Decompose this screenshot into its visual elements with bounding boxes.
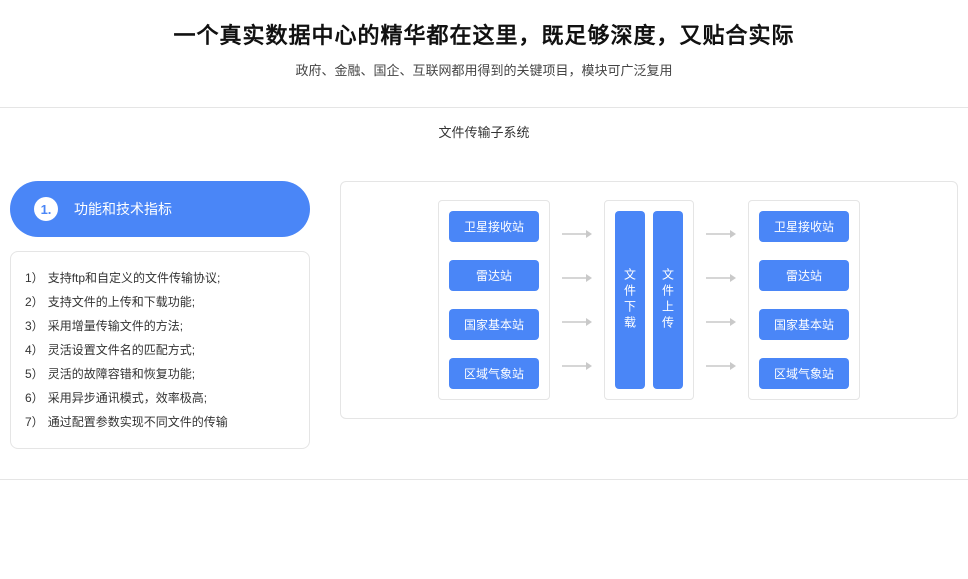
feature-item: 4）灵活设置文件名的匹配方式;	[25, 338, 295, 362]
arrow-right-icon	[704, 221, 738, 247]
node-regional-right: 区域气象站	[759, 358, 849, 389]
diagram-center-group: 文件下载 文件上传	[604, 200, 694, 400]
feature-text: 通过配置参数实现不同文件的传输	[48, 410, 228, 434]
arrow-right-icon	[704, 265, 738, 291]
diagram-left-nodes: 卫星接收站 雷达站 国家基本站 区域气象站	[449, 211, 539, 389]
feature-list: 1）支持ftp和自定义的文件传输协议; 2）支持文件的上传和下载功能; 3）采用…	[25, 266, 295, 434]
feature-item: 1）支持ftp和自定义的文件传输协议;	[25, 266, 295, 290]
feature-text: 支持ftp和自定义的文件传输协议;	[48, 266, 221, 290]
left-column: 1. 功能和技术指标 1）支持ftp和自定义的文件传输协议; 2）支持文件的上传…	[10, 181, 310, 449]
feature-num: 2）	[25, 290, 44, 314]
feature-text: 灵活设置文件名的匹配方式;	[48, 338, 195, 362]
node-file-upload: 文件上传	[653, 211, 683, 389]
content-row: 1. 功能和技术指标 1）支持ftp和自定义的文件传输协议; 2）支持文件的上传…	[0, 181, 968, 449]
feature-text: 支持文件的上传和下载功能;	[48, 290, 195, 314]
feature-num: 6）	[25, 386, 44, 410]
arrows-left	[560, 200, 594, 400]
feature-num: 7）	[25, 410, 44, 434]
node-national-left: 国家基本站	[449, 309, 539, 340]
arrow-right-icon	[560, 221, 594, 247]
feature-num: 3）	[25, 314, 44, 338]
tab-label: 功能和技术指标	[74, 199, 172, 219]
arrow-right-icon	[560, 265, 594, 291]
feature-card: 1）支持ftp和自定义的文件传输协议; 2）支持文件的上传和下载功能; 3）采用…	[10, 251, 310, 449]
feature-item: 2）支持文件的上传和下载功能;	[25, 290, 295, 314]
page-title: 一个真实数据中心的精华都在这里，既足够深度，又贴合实际	[0, 18, 968, 50]
node-satellite-left: 卫星接收站	[449, 211, 539, 242]
node-radar-right: 雷达站	[759, 260, 849, 291]
feature-num: 4）	[25, 338, 44, 362]
feature-item: 5）灵活的故障容错和恢复功能;	[25, 362, 295, 386]
page-subtitle: 政府、金融、国企、互联网都用得到的关键项目，模块可广泛复用	[0, 60, 968, 79]
arrow-right-icon	[704, 353, 738, 379]
feature-text: 灵活的故障容错和恢复功能;	[48, 362, 195, 386]
feature-text: 采用异步通讯模式，效率极高;	[48, 386, 207, 410]
tab-number-badge: 1.	[34, 197, 58, 221]
feature-num: 5）	[25, 362, 44, 386]
node-satellite-right: 卫星接收站	[759, 211, 849, 242]
arrow-right-icon	[704, 309, 738, 335]
tab-features[interactable]: 1. 功能和技术指标	[10, 181, 310, 237]
feature-item: 7）通过配置参数实现不同文件的传输	[25, 410, 295, 434]
diagram-left-group: 卫星接收站 雷达站 国家基本站 区域气象站	[438, 200, 550, 400]
page-header: 一个真实数据中心的精华都在这里，既足够深度，又贴合实际 政府、金融、国企、互联网…	[0, 0, 968, 89]
feature-item: 6）采用异步通讯模式，效率极高;	[25, 386, 295, 410]
node-regional-left: 区域气象站	[449, 358, 539, 389]
arrow-right-icon	[560, 309, 594, 335]
main-panel: 文件传输子系统 1. 功能和技术指标 1）支持ftp和自定义的文件传输协议; 2…	[0, 107, 968, 480]
diagram-right-group: 卫星接收站 雷达站 国家基本站 区域气象站	[748, 200, 860, 400]
diagram-right-nodes: 卫星接收站 雷达站 国家基本站 区域气象站	[759, 211, 849, 389]
arrows-right	[704, 200, 738, 400]
feature-item: 3）采用增量传输文件的方法;	[25, 314, 295, 338]
node-national-right: 国家基本站	[759, 309, 849, 340]
feature-text: 采用增量传输文件的方法;	[48, 314, 183, 338]
arrow-right-icon	[560, 353, 594, 379]
node-radar-left: 雷达站	[449, 260, 539, 291]
panel-title: 文件传输子系统	[0, 108, 968, 181]
diagram-panel: 卫星接收站 雷达站 国家基本站 区域气象站 文件下载 文件上传	[340, 181, 958, 419]
node-file-download: 文件下载	[615, 211, 645, 389]
feature-num: 1）	[25, 266, 44, 290]
